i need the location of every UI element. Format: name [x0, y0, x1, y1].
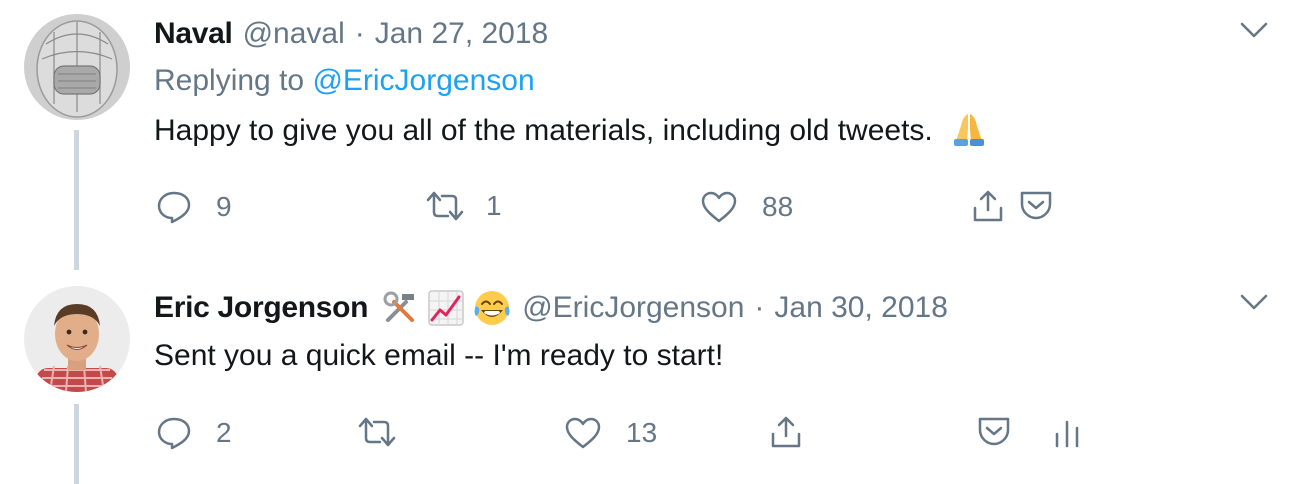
analytics-icon: [1055, 420, 1079, 448]
heart-icon: [701, 191, 737, 223]
retweet-count: 1: [486, 190, 502, 221]
pocket-icon: [1020, 191, 1052, 220]
tweet[interactable]: Naval @naval · Jan 27, 2018 Replying to …: [0, 0, 1300, 270]
like-count: 88: [762, 191, 794, 222]
tweet[interactable]: Eric Jorgenson @EricJorgenson · Jan 30, …: [0, 270, 1300, 484]
share-button[interactable]: [768, 414, 804, 450]
tweet-text-content: Sent you a quick email -- I'm ready to s…: [154, 339, 724, 372]
tweet-text: Happy to give you all of the materials, …: [154, 108, 989, 151]
author-name[interactable]: Eric Jorgenson: [154, 288, 369, 328]
reply-icon: [157, 191, 191, 224]
retweet-button[interactable]: [356, 416, 422, 448]
save-button[interactable]: [976, 414, 1012, 448]
like-count: 13: [626, 417, 658, 448]
author-name[interactable]: Naval: [154, 14, 233, 54]
share-icon: [771, 416, 801, 448]
save-button[interactable]: [1018, 188, 1054, 222]
replying-to: Replying to @EricJorgenson: [154, 60, 535, 102]
chevron-down-icon[interactable]: [1236, 18, 1272, 42]
separator: ·: [354, 17, 365, 50]
pocket-icon: [978, 417, 1010, 446]
author-handle[interactable]: @naval: [243, 14, 345, 54]
hammer-and-wrench-emoji-icon: [380, 288, 420, 328]
tweet-text: Sent you a quick email -- I'm ready to s…: [154, 336, 723, 376]
share-icon: [973, 190, 1003, 222]
like-button[interactable]: 88: [700, 190, 793, 224]
tweet-date[interactable]: Jan 27, 2018: [375, 14, 548, 54]
separator: ·: [754, 291, 765, 324]
reply-icon: [157, 417, 191, 450]
reply-count: 9: [216, 191, 232, 222]
share-button[interactable]: [970, 188, 1006, 224]
reply-button[interactable]: 9: [156, 190, 232, 224]
thread-line: [74, 404, 79, 484]
tweet-text-content: Happy to give you all of the materials, …: [154, 114, 933, 147]
author-handle[interactable]: @EricJorgenson: [522, 288, 744, 328]
tweet-header: Naval @naval · Jan 27, 2018: [154, 14, 548, 54]
tweet-date[interactable]: Jan 30, 2018: [774, 288, 947, 328]
chevron-down-icon[interactable]: [1236, 290, 1272, 314]
avatar[interactable]: [24, 286, 130, 392]
chart-increasing-emoji-icon: [426, 288, 466, 328]
thread-line: [74, 130, 79, 270]
reply-count: 2: [216, 417, 232, 448]
mention-link[interactable]: @EricJorgenson: [312, 64, 534, 97]
reply-button[interactable]: 2: [156, 416, 232, 450]
avatar[interactable]: [24, 14, 130, 120]
tears-of-joy-emoji-icon: [472, 288, 512, 328]
tweet-header: Eric Jorgenson @EricJorgenson · Jan 30, …: [154, 288, 948, 328]
retweet-icon: [358, 417, 396, 447]
like-button[interactable]: 13: [564, 416, 657, 450]
analytics-button[interactable]: [1052, 416, 1082, 450]
folded-hands-emoji-icon: [949, 108, 989, 148]
replying-label: Replying to: [154, 64, 305, 97]
retweet-button[interactable]: 1: [424, 190, 502, 222]
heart-icon: [565, 417, 601, 449]
retweet-icon: [426, 191, 464, 221]
